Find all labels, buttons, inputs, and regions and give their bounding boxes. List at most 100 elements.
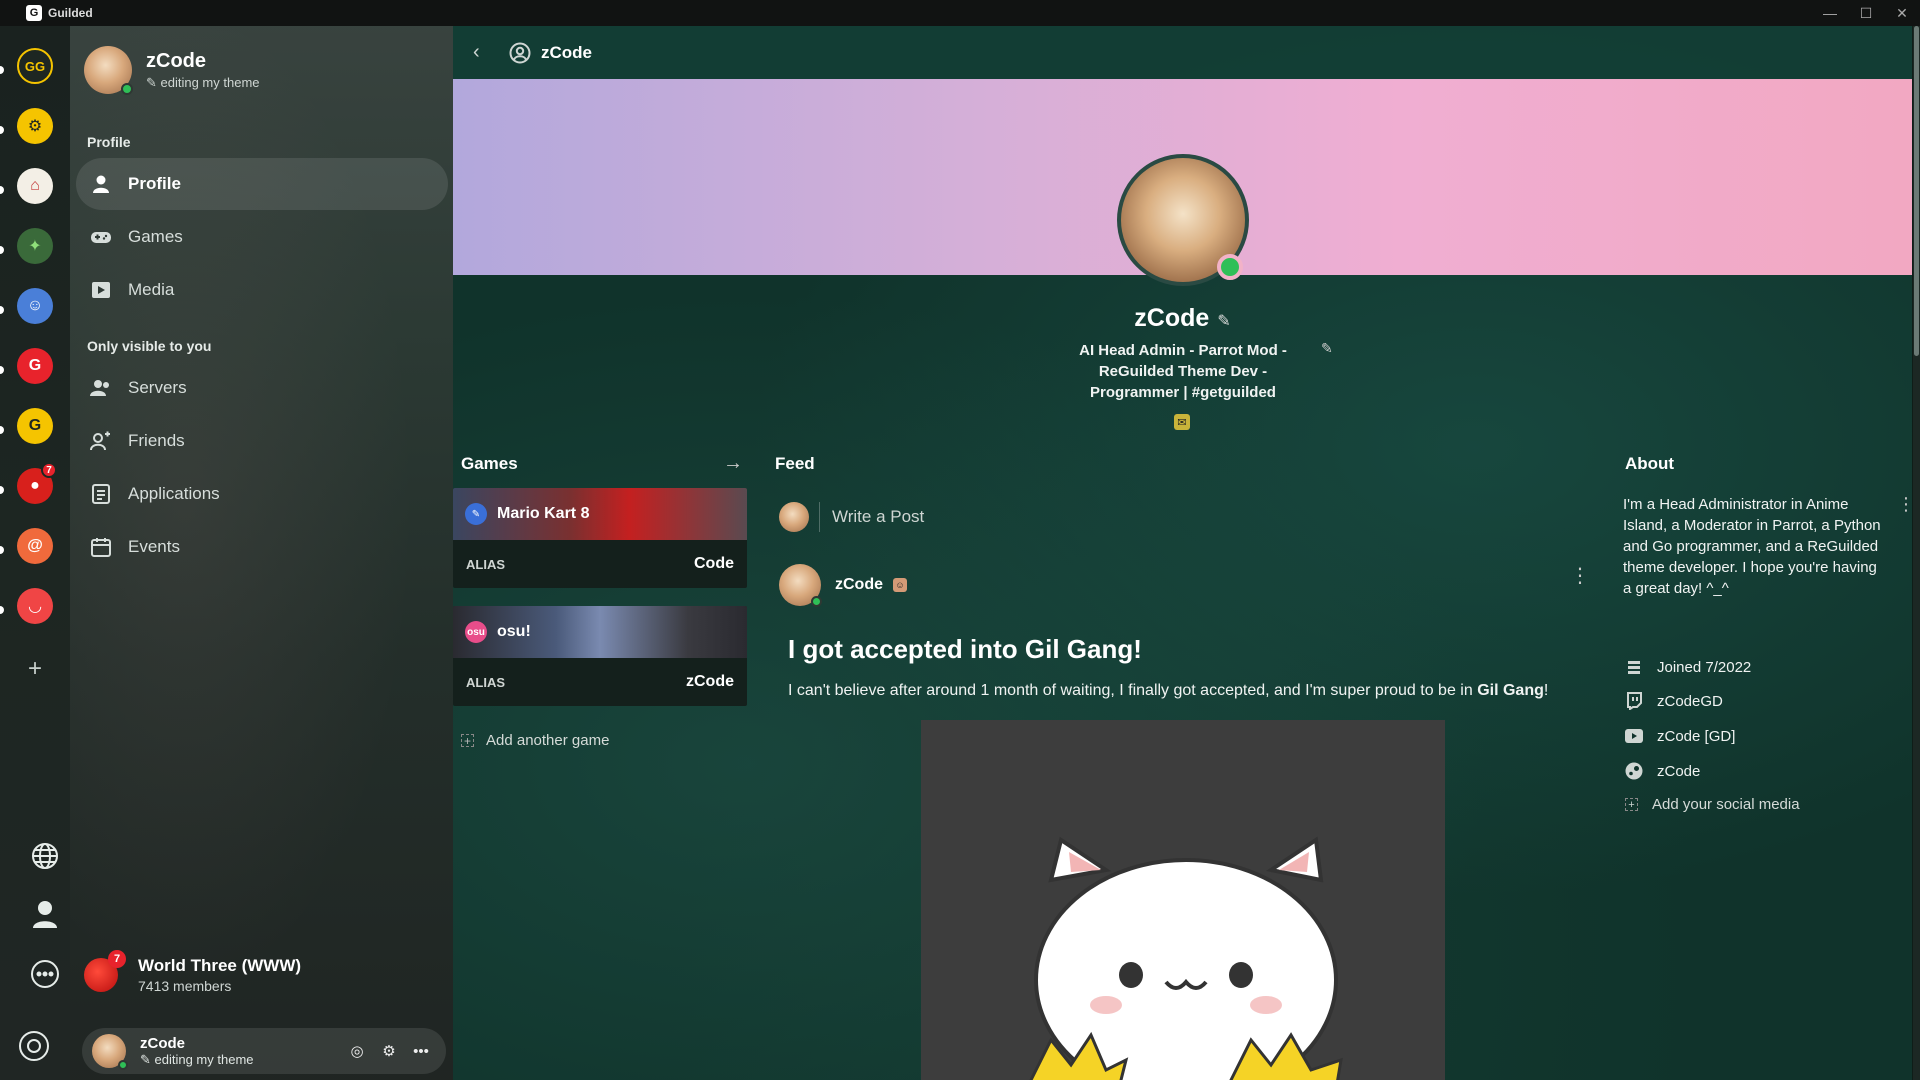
chat-icon[interactable] (27, 956, 63, 992)
sidebar-item-profile[interactable]: Profile (76, 158, 448, 210)
post-body: I can't believe after around 1 month of … (788, 682, 1549, 699)
write-post-box[interactable]: Write a Post (779, 502, 924, 532)
about-row-label: zCodeGD (1657, 692, 1723, 710)
server-icon-gg[interactable]: GG (17, 48, 53, 84)
applications-icon (90, 483, 112, 505)
more-options-icon[interactable]: ••• (410, 1040, 432, 1062)
osu-icon: osu (465, 621, 487, 643)
unread-indicator (0, 66, 4, 74)
alias-label: ALIAS (466, 674, 505, 690)
add-game-button[interactable]: + Add another game (461, 732, 609, 749)
add-icon: + (461, 734, 474, 748)
bottom-user-status: ✎ editing my theme (140, 1051, 254, 1067)
about-more-icon[interactable]: ⋮ (1897, 494, 1912, 515)
about-text: I'm a Head Administrator in Anime Island… (1623, 496, 1881, 597)
sidebar-item-label: Friends (128, 431, 185, 450)
server-icon-gear[interactable]: ⚙ (17, 108, 53, 144)
minimize-button[interactable]: — (1812, 0, 1848, 26)
unread-indicator (0, 126, 4, 134)
server-icon-spiral[interactable]: @ (17, 528, 53, 564)
server-name: World Three (WWW) (138, 956, 302, 975)
notification-badge: 7 (108, 950, 126, 968)
server-icon-cat[interactable]: ◡ (17, 588, 53, 624)
unread-indicator (0, 426, 4, 434)
about-twitch[interactable]: zCodeGD (1625, 692, 1723, 710)
profile-icon[interactable] (27, 896, 63, 932)
notification-badge: 7 (41, 462, 57, 478)
alias-value: Code (694, 555, 734, 572)
section-label-profile: Profile (87, 134, 131, 150)
back-arrow-icon[interactable]: ‹ (473, 41, 493, 64)
bottom-user-bar[interactable]: zCode ✎ editing my theme ◎ ⚙ ••• (82, 1028, 446, 1074)
friends-icon (90, 430, 112, 452)
sidebar-item-events[interactable]: Events (76, 521, 448, 573)
steam-icon (1625, 762, 1643, 780)
server-icon-guilded-yellow[interactable]: G (17, 408, 53, 444)
globe-icon[interactable] (27, 838, 63, 874)
sidebar-item-label: Profile (128, 174, 181, 193)
post-more-icon[interactable]: ⋮ (1570, 566, 1590, 586)
add-server-button[interactable]: + (22, 655, 48, 682)
arrow-right-icon[interactable]: → (723, 452, 743, 475)
add-social-media-button[interactable]: + Add your social media (1625, 796, 1800, 813)
avatar[interactable] (779, 564, 822, 607)
about-youtube[interactable]: zCode [GD] (1625, 727, 1735, 745)
server-icon-anime[interactable]: ☺ (17, 288, 53, 324)
sidebar-item-label: Events (128, 537, 180, 556)
about-row-label: Joined 7/2022 (1657, 658, 1752, 676)
top-bar: ‹ zCode (453, 26, 1912, 79)
status-emoji-icon: ☺ (893, 578, 907, 592)
add-game-label: Add another game (486, 732, 610, 749)
close-button[interactable]: ✕ (1884, 0, 1920, 26)
stream-icon[interactable]: ◎ (346, 1040, 368, 1062)
sidebar-user-status: ✎ editing my theme (146, 74, 260, 90)
edit-bio-pencil-icon[interactable]: ✎ (1321, 340, 1333, 357)
profile-avatar[interactable] (1117, 154, 1249, 286)
sidebar-item-servers[interactable]: Servers (76, 362, 448, 414)
sidebar-username: zCode (146, 49, 206, 72)
server-icon-guilded-red[interactable]: G (17, 348, 53, 384)
game-card-header: ✎ Mario Kart 8 (453, 488, 747, 540)
unread-indicator (0, 306, 4, 314)
server-icon-parrot[interactable]: ✦ (17, 228, 53, 264)
maximize-button[interactable]: ☐ (1848, 0, 1884, 26)
settings-icon[interactable]: ⚙ (378, 1040, 400, 1062)
game-alias-row: ALIAS Code (453, 540, 747, 588)
alias-value: zCode (686, 673, 734, 690)
post-author[interactable]: zCode (835, 576, 883, 594)
scrollbar-thumb[interactable] (1914, 26, 1919, 356)
unread-indicator (0, 186, 4, 194)
sidebar-item-games[interactable]: Games (76, 211, 448, 263)
edit-pencil-icon[interactable]: ✎ (1217, 313, 1230, 330)
about-row-label: zCode (1657, 762, 1701, 780)
server-icon: 7 (84, 950, 126, 992)
sidebar-item-media[interactable]: Media (76, 264, 448, 316)
about-steam[interactable]: zCode (1625, 762, 1700, 780)
unread-indicator (0, 366, 4, 374)
server-icon-house[interactable]: ⌂ (17, 168, 53, 204)
game-card-osu[interactable]: osu osu! ALIAS zCode (453, 606, 747, 706)
server-card[interactable]: 7 World Three (WWW) 7413 members (84, 950, 302, 994)
bottom-username: zCode (140, 1034, 185, 1052)
add-icon: + (1625, 798, 1638, 811)
profile-bio: AI Head Admin - Parrot Mod - ReGuilded T… (1079, 342, 1287, 401)
app-title: Guilded (48, 6, 93, 20)
sidebar-user-header[interactable]: zCode ✎ editing my theme (84, 46, 260, 95)
game-card-mario-kart[interactable]: ✎ Mario Kart 8 ALIAS Code (453, 488, 747, 588)
avatar (779, 502, 809, 532)
sidebar-item-applications[interactable]: Applications (76, 468, 448, 520)
unread-indicator (0, 486, 4, 494)
settings-gear-icon[interactable] (16, 1028, 52, 1064)
divider (819, 502, 820, 532)
online-status-icon (1217, 254, 1243, 280)
about-joined: Joined 7/2022 (1625, 658, 1751, 676)
sidebar-item-friends[interactable]: Friends (76, 415, 448, 467)
post-image[interactable] (921, 720, 1445, 1080)
guilded-logo-icon: G (26, 5, 42, 21)
online-status-icon (118, 1060, 128, 1070)
server-icon-red-ball[interactable]: ● 7 (17, 462, 57, 504)
server-rail: GG ⚙ ⌂ ✦ ☺ G G ● 7 @ ◡ + (0, 26, 70, 1080)
unread-indicator (0, 606, 4, 614)
unread-indicator (0, 546, 4, 554)
section-label-private: Only visible to you (87, 338, 212, 354)
